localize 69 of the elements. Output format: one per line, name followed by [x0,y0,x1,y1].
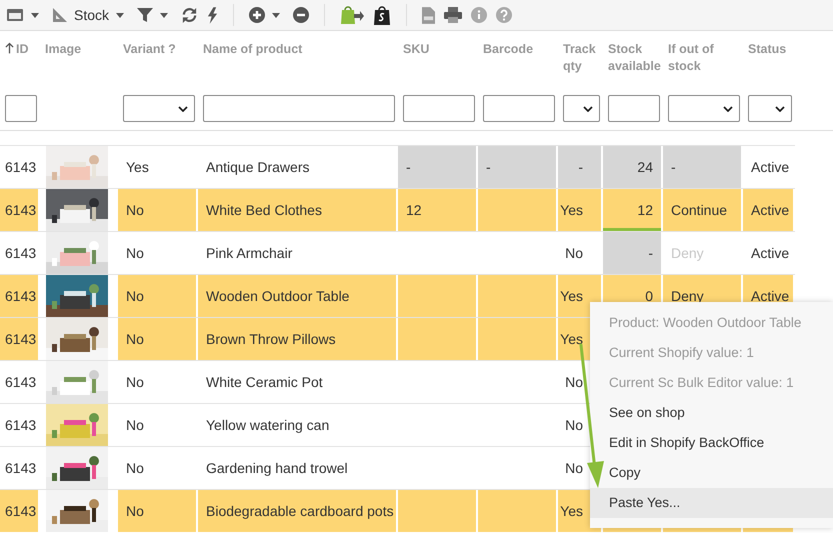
chevron-icon [723,106,733,112]
out-of-stock-cell: Continue [663,189,743,231]
bag-export-icon[interactable] [340,5,364,25]
column-header[interactable]: Status [748,41,786,58]
window-icon[interactable] [6,7,24,23]
filter-dropdown[interactable] [668,95,740,122]
filter-dropdown[interactable] [123,95,195,122]
id-cell: 6143 [0,490,40,532]
status-cell: Active [743,189,795,231]
shopping-bag-icon[interactable] [373,5,392,25]
product-name-cell: Brown Throw Pillows [198,318,398,360]
stock-cell: 24 [603,146,663,188]
id-cell: 6143 [0,318,40,360]
track-qty-cell: Yes [558,189,603,231]
id-cell: 6143 [0,404,40,446]
lightning-icon[interactable] [207,6,218,24]
chevron-icon [178,106,188,112]
filter-field[interactable] [203,95,395,122]
filter-field[interactable] [5,95,37,122]
filter-icon[interactable] [137,7,154,23]
add-icon[interactable] [249,7,266,23]
barcode-cell: - [478,146,558,188]
id-cell: 6143 [0,275,40,317]
id-cell: 6143 [0,189,40,231]
column-header[interactable]: Name of product [203,41,302,58]
caret-icon[interactable] [160,12,168,18]
column-header[interactable]: ID [16,41,28,58]
sku-cell: 12 [398,189,478,231]
sort-arrow-icon[interactable] [5,42,14,54]
product-name-cell: Wooden Outdoor Table [198,275,398,317]
refresh-icon[interactable] [181,6,198,24]
stock-cell: 12 [603,189,663,231]
column-header[interactable]: Track qty [563,41,600,75]
caret-icon[interactable] [116,12,124,18]
filter-field[interactable] [608,95,660,122]
product-name-cell: White Bed Clothes [198,189,398,231]
column-header[interactable]: SKU [403,41,430,58]
variant-cell: No [118,275,198,317]
remove-icon[interactable] [293,7,310,23]
variant-cell: No [118,189,198,231]
filter-dropdown[interactable] [748,95,792,122]
variant-cell: No [118,404,198,446]
file-icon[interactable] [422,6,436,24]
column-header[interactable]: Image [45,41,82,58]
column-header[interactable]: Variant ? [123,41,176,58]
filter-field[interactable] [403,95,475,122]
product-name-cell: Yellow watering can [198,404,398,446]
sku-cell: - [398,146,478,188]
menu-item[interactable]: Paste Yes... [590,488,833,518]
out-of-stock-cell: - [663,146,743,188]
product-name-cell: White Ceramic Pot [198,361,398,403]
variant-cell: No [118,361,198,403]
stock-cell: - [603,232,663,274]
caret-icon[interactable] [31,12,39,18]
id-cell: 6143 [0,361,40,403]
chevron-icon [583,106,593,112]
track-qty-cell: - [558,146,603,188]
column-header[interactable]: Barcode [483,41,534,58]
view-label[interactable]: Stock [74,7,110,23]
filter-field[interactable] [483,95,555,122]
column-header[interactable]: Stock available [608,41,661,75]
caret-icon[interactable] [272,12,280,18]
variant-cell: No [118,318,198,360]
product-name-cell: Biodegradable cardboard pots [198,490,398,532]
chevron-icon [775,106,785,112]
filter-dropdown[interactable] [563,95,600,122]
variant-cell: No [118,490,198,532]
column-header[interactable]: If out of stock [668,41,740,75]
printer-icon[interactable] [444,7,462,23]
